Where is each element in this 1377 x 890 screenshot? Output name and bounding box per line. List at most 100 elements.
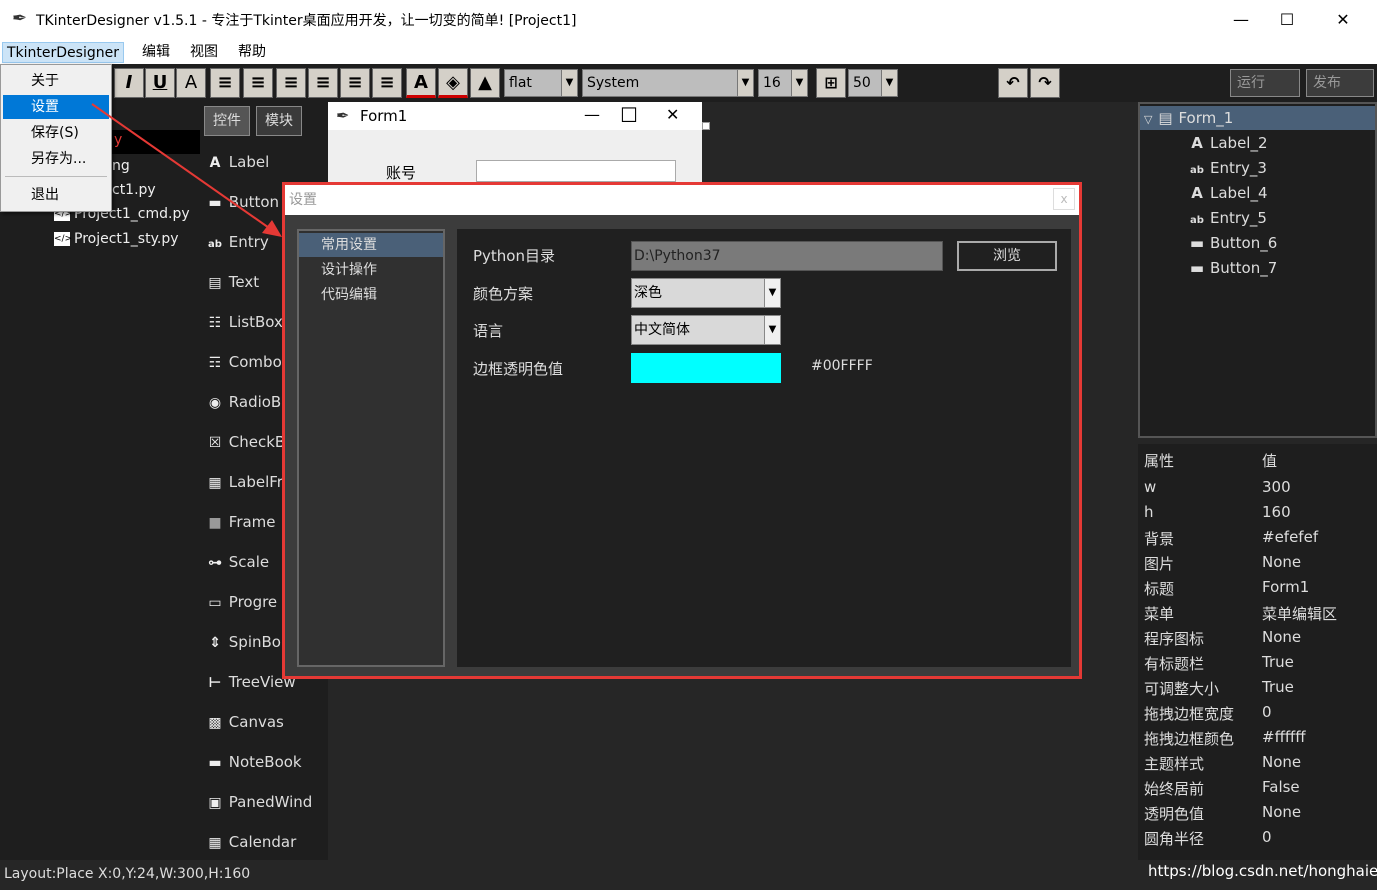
align-center-button[interactable]: ≡ xyxy=(243,68,273,98)
property-value[interactable]: 0 xyxy=(1262,828,1272,846)
widget-frame[interactable]: ■ Frame xyxy=(206,511,275,533)
minimize-button[interactable]: — xyxy=(1218,0,1264,40)
menu-tkinterdesigner[interactable]: TkinterDesigner xyxy=(2,42,124,63)
widget-check[interactable]: ☒ CheckB xyxy=(206,431,286,453)
menu-item-settings[interactable]: 设置 xyxy=(3,95,109,119)
align-bottom-button[interactable]: ≡ xyxy=(372,68,402,98)
underline-button[interactable]: U xyxy=(145,68,175,98)
undo-icon[interactable]: ↶ xyxy=(998,68,1028,98)
browse-button[interactable]: 浏览 xyxy=(957,241,1057,271)
sidebar-item-code[interactable]: 代码编辑 xyxy=(299,283,443,307)
widget-labelframe[interactable]: ▦ LabelFr xyxy=(206,471,283,493)
widget-calendar[interactable]: ▦ Calendar xyxy=(206,831,296,853)
maximize-button[interactable]: ☐ xyxy=(1264,0,1310,40)
grid-icon[interactable]: ⊞ xyxy=(816,68,846,98)
property-value[interactable]: True xyxy=(1262,653,1294,671)
language-select[interactable]: 中文简体 ▼ xyxy=(631,315,781,345)
form1-maximize-button[interactable]: ☐ xyxy=(620,103,638,127)
tree-item-entry3[interactable]: ab Entry_3 xyxy=(1188,156,1267,180)
image-icon[interactable]: ▲ xyxy=(470,68,500,98)
property-value[interactable]: False xyxy=(1262,778,1300,796)
property-row[interactable]: 可调整大小 True xyxy=(1144,678,1374,700)
relief-select[interactable]: flat ▼ xyxy=(504,69,578,97)
form1-account-entry[interactable] xyxy=(476,160,676,182)
widget-text[interactable]: ▤ Text xyxy=(206,271,259,293)
tree-root-form1[interactable]: ▽ ▤ Form_1 xyxy=(1140,106,1375,130)
menu-help[interactable]: 帮助 xyxy=(234,42,270,63)
run-button[interactable]: 运行 xyxy=(1230,69,1300,97)
align-right-button[interactable]: ≡ xyxy=(276,68,306,98)
property-value[interactable]: 300 xyxy=(1262,478,1291,496)
property-row[interactable]: 菜单 菜单编辑区 xyxy=(1144,603,1374,625)
tree-item-button6[interactable]: ▬ Button_6 xyxy=(1188,231,1277,255)
property-value[interactable]: Form1 xyxy=(1262,578,1309,596)
fill-color-icon[interactable]: ◈ xyxy=(438,68,468,98)
menu-item-save-as[interactable]: 另存为... xyxy=(3,147,109,171)
file-partial-3[interactable]: ct1.py xyxy=(112,182,156,198)
property-row[interactable]: 图片 None xyxy=(1144,553,1374,575)
menu-view[interactable]: 视图 xyxy=(186,42,222,63)
property-row[interactable]: w 300 xyxy=(1144,478,1374,500)
dialog-close-button[interactable]: x xyxy=(1053,188,1075,210)
property-row[interactable]: h 160 xyxy=(1144,503,1374,525)
widget-progress[interactable]: ▭ Progre xyxy=(206,591,277,613)
form1-preview[interactable]: ✒ Form1 — ☐ ✕ 账号 xyxy=(328,102,702,182)
property-row[interactable]: 程序图标 None xyxy=(1144,628,1374,650)
property-value[interactable]: 菜单编辑区 xyxy=(1262,603,1337,624)
align-top-button[interactable]: ≡ xyxy=(308,68,338,98)
menu-item-save[interactable]: 保存(S) xyxy=(3,121,109,145)
file-partial-2[interactable]: ng xyxy=(112,158,130,174)
form1-close-button[interactable]: ✕ xyxy=(666,105,679,124)
redo-icon[interactable]: ↷ xyxy=(1030,68,1060,98)
tree-item-entry5[interactable]: ab Entry_5 xyxy=(1188,206,1267,230)
tree-item-button7[interactable]: ▬ Button_7 xyxy=(1188,256,1277,280)
widget-listbox[interactable]: ☷ ListBox xyxy=(206,311,283,333)
grid-size-select[interactable]: 50 ▼ xyxy=(848,69,898,97)
widget-button[interactable]: ▬ Button xyxy=(206,191,279,213)
property-row[interactable]: 背景 #efefef xyxy=(1144,528,1374,550)
property-value[interactable]: None xyxy=(1262,803,1301,821)
property-row[interactable]: 圆角半径 0 xyxy=(1144,828,1374,850)
menu-item-exit[interactable]: 退出 xyxy=(3,183,109,207)
property-value[interactable]: 160 xyxy=(1262,503,1291,521)
property-row[interactable]: 拖拽边框颜色 #ffffff xyxy=(1144,728,1374,750)
tab-modules[interactable]: 模块 xyxy=(256,106,302,136)
property-value[interactable]: None xyxy=(1262,553,1301,571)
widget-combo[interactable]: ☶ Combo xyxy=(206,351,282,373)
menu-item-about[interactable]: 关于 xyxy=(3,69,109,93)
widget-radio[interactable]: ◉ RadioB xyxy=(206,391,281,413)
font-a-button[interactable]: A xyxy=(176,68,206,98)
align-middle-button[interactable]: ≡ xyxy=(340,68,370,98)
font-select[interactable]: System ▼ xyxy=(582,69,754,97)
widget-notebook[interactable]: ▬ NoteBook xyxy=(206,751,301,773)
property-value[interactable]: #ffffff xyxy=(1262,728,1306,746)
form1-minimize-button[interactable]: — xyxy=(584,105,600,124)
widget-scale[interactable]: ⊶ Scale xyxy=(206,551,269,573)
property-row[interactable]: 透明色值 None xyxy=(1144,803,1374,825)
property-value[interactable]: None xyxy=(1262,753,1301,771)
widget-label[interactable]: A Label xyxy=(206,151,270,173)
widget-canvas[interactable]: ▩ Canvas xyxy=(206,711,283,733)
file-sty[interactable]: </> Project1_sty.py xyxy=(54,231,179,247)
property-value[interactable]: None xyxy=(1262,628,1301,646)
color-scheme-select[interactable]: 深色 ▼ xyxy=(631,278,781,308)
menu-edit[interactable]: 编辑 xyxy=(138,42,174,63)
sidebar-item-design[interactable]: 设计操作 xyxy=(299,258,443,282)
property-row[interactable]: 主题样式 None xyxy=(1144,753,1374,775)
property-row[interactable]: 拖拽边框宽度 0 xyxy=(1144,703,1374,725)
tree-item-label2[interactable]: A Label_2 xyxy=(1188,131,1267,155)
property-row[interactable]: 标题 Form1 xyxy=(1144,578,1374,600)
italic-button[interactable]: I xyxy=(114,68,144,98)
align-left-button[interactable]: ≡ xyxy=(210,68,240,98)
close-button[interactable]: ✕ xyxy=(1320,0,1366,40)
size-select[interactable]: 16 ▼ xyxy=(758,69,808,97)
widget-panedwindow[interactable]: ▣ PanedWind xyxy=(206,791,312,813)
font-color-button[interactable]: A xyxy=(406,68,436,98)
widget-spinbox[interactable]: ⇕ SpinBo xyxy=(206,631,281,653)
tab-controls[interactable]: 控件 xyxy=(204,106,250,136)
tree-item-label4[interactable]: A Label_4 xyxy=(1188,181,1267,205)
resize-handle[interactable] xyxy=(702,122,710,130)
property-value[interactable]: True xyxy=(1262,678,1294,696)
widget-entry[interactable]: ab Entry xyxy=(206,231,269,253)
publish-button[interactable]: 发布 xyxy=(1306,69,1374,97)
